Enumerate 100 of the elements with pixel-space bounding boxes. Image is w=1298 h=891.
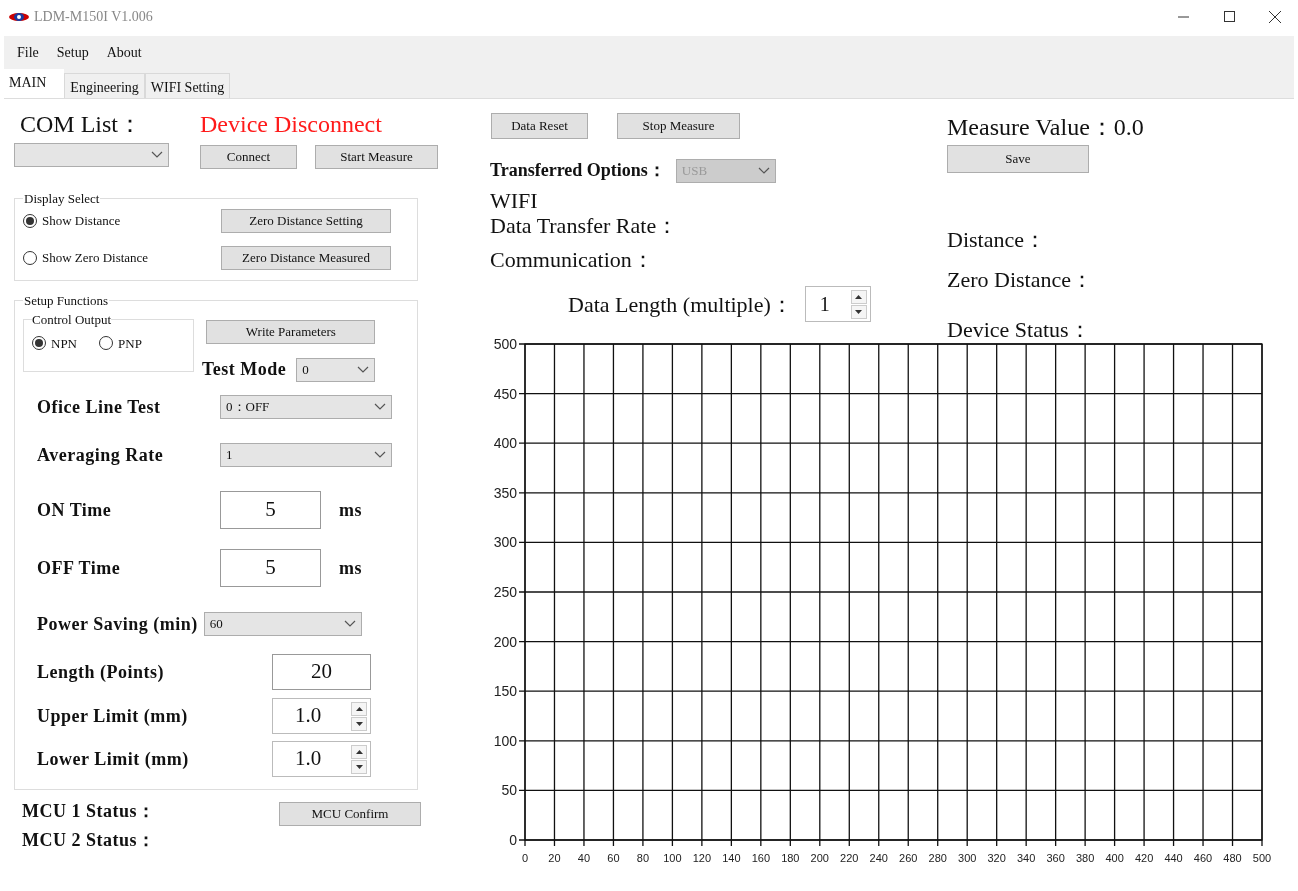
status-label: Distance： xyxy=(947,226,1047,254)
button[interactable]: Stop Measure xyxy=(617,113,740,139)
button[interactable]: Write Parameters xyxy=(206,320,376,344)
x-tick-label: 460 xyxy=(1193,852,1213,864)
dropdown[interactable]: 0：OFF xyxy=(220,395,392,419)
com-list-label: COM List： xyxy=(19,110,143,139)
radio-label: PNP xyxy=(118,334,142,353)
x-tick-label: 360 xyxy=(1046,852,1065,864)
field-label: ON Time xyxy=(37,498,113,522)
dropdown[interactable]: 1 xyxy=(220,443,392,467)
button[interactable]: MCU Confirm xyxy=(279,802,421,826)
input-field[interactable]: 5 xyxy=(220,549,321,587)
button[interactable]: Zero Distance Setting xyxy=(221,208,391,233)
x-tick-label: 440 xyxy=(1164,852,1183,864)
x-tick-label: 280 xyxy=(928,852,947,864)
x-tick-label: 60 xyxy=(607,852,620,864)
spinner-arrows-icon[interactable] xyxy=(850,289,867,319)
chevron-down-icon xyxy=(374,403,386,411)
spinner-arrows-icon[interactable] xyxy=(351,701,367,731)
spin-field[interactable]: 1.0 xyxy=(272,741,371,777)
radio-button[interactable] xyxy=(32,336,46,351)
button[interactable]: Connect xyxy=(200,145,297,169)
x-tick-label: 40 xyxy=(577,852,591,864)
y-tick-label: 250 xyxy=(493,584,517,600)
y-tick-label: 350 xyxy=(493,484,517,501)
window-title: LDM-M150I V1.006 xyxy=(34,8,153,26)
data-transfer-rate-label: Data Transfer Rate： xyxy=(490,212,680,240)
spinner-arrows-icon[interactable] xyxy=(351,744,367,774)
x-tick-label: 0 xyxy=(521,852,529,864)
button[interactable]: Data Reset xyxy=(491,113,588,139)
x-tick-label: 340 xyxy=(1017,852,1036,864)
radio-label: Show Zero Distance xyxy=(42,248,149,267)
chevron-down-icon xyxy=(343,620,356,628)
status-label: Zero Distance： xyxy=(947,266,1094,294)
tab[interactable]: WIFI Setting xyxy=(144,73,231,98)
mcu-status-label: MCU 2 Status： xyxy=(22,829,156,852)
y-tick-label: 0 xyxy=(509,832,517,848)
menu-item[interactable]: About xyxy=(106,41,142,63)
wifi-label: WIFI xyxy=(490,190,539,212)
mcu-status-label: MCU 1 Status： xyxy=(22,800,156,823)
chevron-down-icon xyxy=(151,151,163,159)
x-tick-label: 100 xyxy=(663,852,682,864)
radio-button[interactable] xyxy=(23,213,37,228)
dropdown[interactable]: 0 xyxy=(296,357,376,382)
y-tick-label: 50 xyxy=(501,782,517,799)
data-length-label: Data Length (multiple)： xyxy=(568,290,793,319)
button[interactable]: Start Measure xyxy=(315,145,438,169)
y-tick-label: 500 xyxy=(493,336,517,352)
measure-value: Measure Value：0.0 xyxy=(947,113,1144,141)
x-tick-label: 260 xyxy=(899,852,918,864)
button[interactable]: Save xyxy=(947,145,1089,173)
button[interactable]: Zero Distance Measured xyxy=(221,245,391,270)
x-tick-label: 380 xyxy=(1075,852,1095,864)
radio-label: Show Distance xyxy=(42,211,121,230)
tab[interactable]: Engineering xyxy=(64,73,145,98)
chevron-down-icon xyxy=(757,166,770,175)
spin-field[interactable]: 1 xyxy=(804,286,871,322)
communication-label: Communication： xyxy=(490,246,655,274)
x-tick-label: 300 xyxy=(958,852,977,864)
y-tick-label: 150 xyxy=(493,683,517,700)
spin-field[interactable]: 1.0 xyxy=(272,698,371,734)
radio-button[interactable] xyxy=(99,336,113,351)
field-label: Power Saving (min) xyxy=(37,612,198,636)
x-tick-label: 420 xyxy=(1134,852,1154,864)
test-mode-label: Test Mode xyxy=(202,358,287,381)
field-label: Averaging Rate xyxy=(37,443,165,467)
field-label: Lower Limit (mm) xyxy=(37,747,190,771)
x-tick-label: 20 xyxy=(548,852,561,864)
y-tick-label: 300 xyxy=(493,534,517,551)
status-label: Device Status： xyxy=(947,316,1092,344)
x-tick-label: 500 xyxy=(1252,852,1272,864)
unit-label: ms xyxy=(339,498,362,522)
input-field[interactable]: 5 xyxy=(220,491,321,529)
x-tick-label: 120 xyxy=(692,852,712,864)
menu-item[interactable]: Setup xyxy=(56,41,89,63)
menu-item[interactable]: File xyxy=(17,41,39,63)
x-tick-label: 200 xyxy=(810,852,829,864)
dropdown[interactable]: 60 xyxy=(203,612,362,636)
connection-status: Device Disconnect xyxy=(200,110,383,139)
field-label: Upper Limit (mm) xyxy=(37,704,189,728)
field-label: Ofice Line Test xyxy=(37,395,162,419)
radio-label: NPN xyxy=(51,334,77,353)
x-tick-label: 160 xyxy=(751,852,770,864)
unit-label: ms xyxy=(339,556,362,580)
chevron-down-icon xyxy=(357,365,370,374)
x-tick-label: 220 xyxy=(840,852,859,864)
field-label: OFF Time xyxy=(37,556,122,580)
chevron-down-icon xyxy=(374,451,386,459)
radio-button[interactable] xyxy=(23,250,37,265)
x-tick-label: 400 xyxy=(1105,852,1124,864)
tab[interactable]: MAIN xyxy=(4,69,65,98)
app-logo-icon xyxy=(8,11,30,22)
y-tick-label: 400 xyxy=(493,435,517,452)
input-field[interactable]: 20 xyxy=(272,654,371,690)
y-tick-label: 200 xyxy=(493,633,517,650)
x-tick-label: 240 xyxy=(869,852,888,864)
x-tick-label: 320 xyxy=(987,852,1006,864)
x-tick-label: 140 xyxy=(722,852,741,864)
x-tick-label: 80 xyxy=(636,852,650,864)
transferred-options-label: Transferred Options： xyxy=(490,159,666,182)
